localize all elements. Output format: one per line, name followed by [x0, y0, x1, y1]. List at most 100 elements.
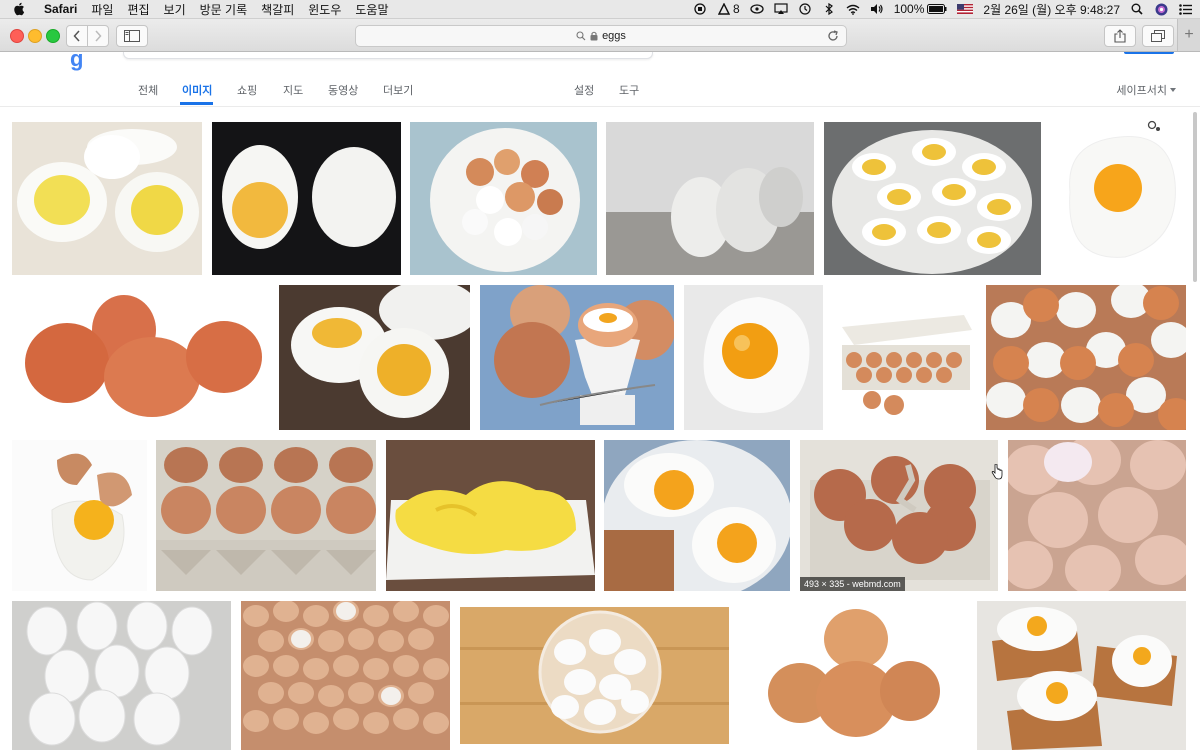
image-result[interactable]	[1050, 122, 1186, 275]
menu-view[interactable]: 보기	[164, 1, 186, 18]
record-icon[interactable]	[693, 3, 707, 15]
chevron-left-icon	[73, 30, 80, 42]
address-text: eggs	[602, 30, 626, 42]
fried-egg-single-image	[684, 285, 823, 430]
creative-cloud-icon[interactable]	[750, 3, 764, 15]
address-bar[interactable]: eggs	[355, 25, 847, 47]
menubar-clock[interactable]: 2월 26일 (월) 오후 9:48:27	[983, 1, 1120, 18]
egg-carton-image	[834, 285, 977, 430]
flag-us-icon[interactable]	[957, 3, 974, 15]
image-result[interactable]	[12, 601, 231, 750]
volume-icon[interactable]	[870, 3, 884, 15]
mixed-eggs-image	[986, 285, 1186, 430]
menu-bar: Safari 파일 편집 보기 방문 기록 책갈피 윈도우 도움말 8 100%…	[0, 0, 1200, 19]
airplay-icon[interactable]	[774, 3, 788, 15]
halved-egg-image	[212, 122, 401, 275]
image-result[interactable]	[977, 601, 1186, 750]
tabs-icon	[1151, 30, 1165, 42]
brown-eggs-carton-image	[156, 440, 376, 591]
brown-eggs-stack-image	[738, 601, 968, 750]
safari-toolbar: eggs +	[0, 19, 1200, 52]
spotlight-icon[interactable]	[1130, 3, 1144, 15]
eggs-glass-bowl-image	[460, 607, 729, 744]
wifi-icon[interactable]	[846, 3, 860, 15]
boiled-eggs-wood-image	[279, 285, 470, 430]
battery-status[interactable]: 100%	[894, 2, 948, 16]
brown-eggs-image	[12, 285, 270, 430]
close-window-button[interactable]	[10, 29, 24, 43]
image-result[interactable]	[986, 285, 1186, 430]
reload-icon[interactable]	[826, 29, 840, 43]
share-icon	[1114, 29, 1126, 43]
image-results-grid: 493 × 335 - webmd.com	[0, 52, 1200, 750]
white-eggs-image	[606, 122, 814, 275]
image-result[interactable]	[738, 601, 968, 750]
back-button[interactable]	[66, 25, 88, 47]
boiled-egg-image	[12, 122, 202, 275]
deviled-eggs-image	[824, 122, 1041, 275]
pink-eggs-image	[1008, 440, 1186, 591]
lock-icon	[590, 31, 598, 41]
eggs-bowl-image	[410, 122, 597, 275]
image-result[interactable]	[386, 440, 595, 591]
image-result[interactable]	[1008, 440, 1186, 591]
menu-help[interactable]: 도움말	[355, 1, 388, 18]
image-result[interactable]	[480, 285, 674, 430]
image-result[interactable]	[684, 285, 823, 430]
apple-icon[interactable]	[12, 2, 26, 16]
menu-file[interactable]: 파일	[91, 1, 113, 18]
image-result[interactable]	[212, 122, 401, 275]
image-result[interactable]: 493 × 335 - webmd.com	[800, 440, 998, 591]
sidebar-toggle-button[interactable]	[116, 25, 148, 47]
white-eggs-crate-image	[12, 601, 231, 750]
scrambled-eggs-image	[386, 440, 595, 591]
adobe-status[interactable]: 8	[717, 2, 740, 16]
search-icon	[576, 31, 586, 41]
egg-cup-image	[480, 285, 674, 430]
image-hover-caption: 493 × 335 - webmd.com	[800, 577, 905, 591]
image-result[interactable]	[410, 122, 597, 275]
menu-edit[interactable]: 편집	[127, 1, 149, 18]
share-button[interactable]	[1104, 25, 1136, 47]
adobe-count: 8	[733, 2, 740, 16]
image-result[interactable]	[834, 285, 977, 430]
image-result[interactable]	[12, 285, 270, 430]
adobe-icon	[717, 3, 731, 15]
menu-window[interactable]: 윈도우	[308, 1, 341, 18]
cracked-egg-image	[12, 440, 147, 591]
menu-history[interactable]: 방문 기록	[200, 1, 248, 18]
siri-icon[interactable]	[1154, 3, 1168, 15]
notification-center-icon[interactable]	[1178, 3, 1192, 15]
image-result[interactable]	[604, 440, 790, 591]
fried-eggs-toast-image	[604, 440, 790, 591]
plus-icon: +	[1184, 26, 1194, 43]
cloud-eggs-image	[977, 601, 1186, 750]
zoom-window-button[interactable]	[46, 29, 60, 43]
image-result[interactable]	[606, 122, 814, 275]
bluetooth-icon[interactable]	[822, 3, 836, 15]
image-result[interactable]	[12, 440, 147, 591]
fried-egg-image	[1050, 122, 1186, 275]
image-result[interactable]	[824, 122, 1041, 275]
image-result[interactable]	[241, 601, 450, 750]
brown-eggs-box-image	[800, 440, 998, 591]
minimize-window-button[interactable]	[28, 29, 42, 43]
chevron-right-icon	[95, 30, 102, 42]
forward-button[interactable]	[87, 25, 109, 47]
menu-bookmarks[interactable]: 책갈피	[261, 1, 294, 18]
google-images-page: g 전체 이미지 쇼핑 지도 동영상 더보기 설정 도구 세이프서치 493 ×…	[0, 52, 1200, 750]
lens-icon[interactable]	[1147, 120, 1161, 132]
new-tab-button[interactable]: +	[1177, 19, 1200, 51]
image-result[interactable]	[279, 285, 470, 430]
image-result[interactable]	[12, 122, 202, 275]
menu-app-name[interactable]: Safari	[44, 2, 77, 16]
image-result[interactable]	[156, 440, 376, 591]
battery-icon	[927, 3, 947, 15]
show-tabs-button[interactable]	[1142, 25, 1174, 47]
hand-cursor-icon	[991, 464, 1003, 480]
page-scrollbar[interactable]	[1193, 112, 1197, 282]
image-result[interactable]	[460, 607, 729, 744]
brown-eggs-many-image	[241, 601, 450, 750]
sidebar-icon	[124, 30, 140, 42]
time-machine-icon[interactable]	[798, 3, 812, 15]
